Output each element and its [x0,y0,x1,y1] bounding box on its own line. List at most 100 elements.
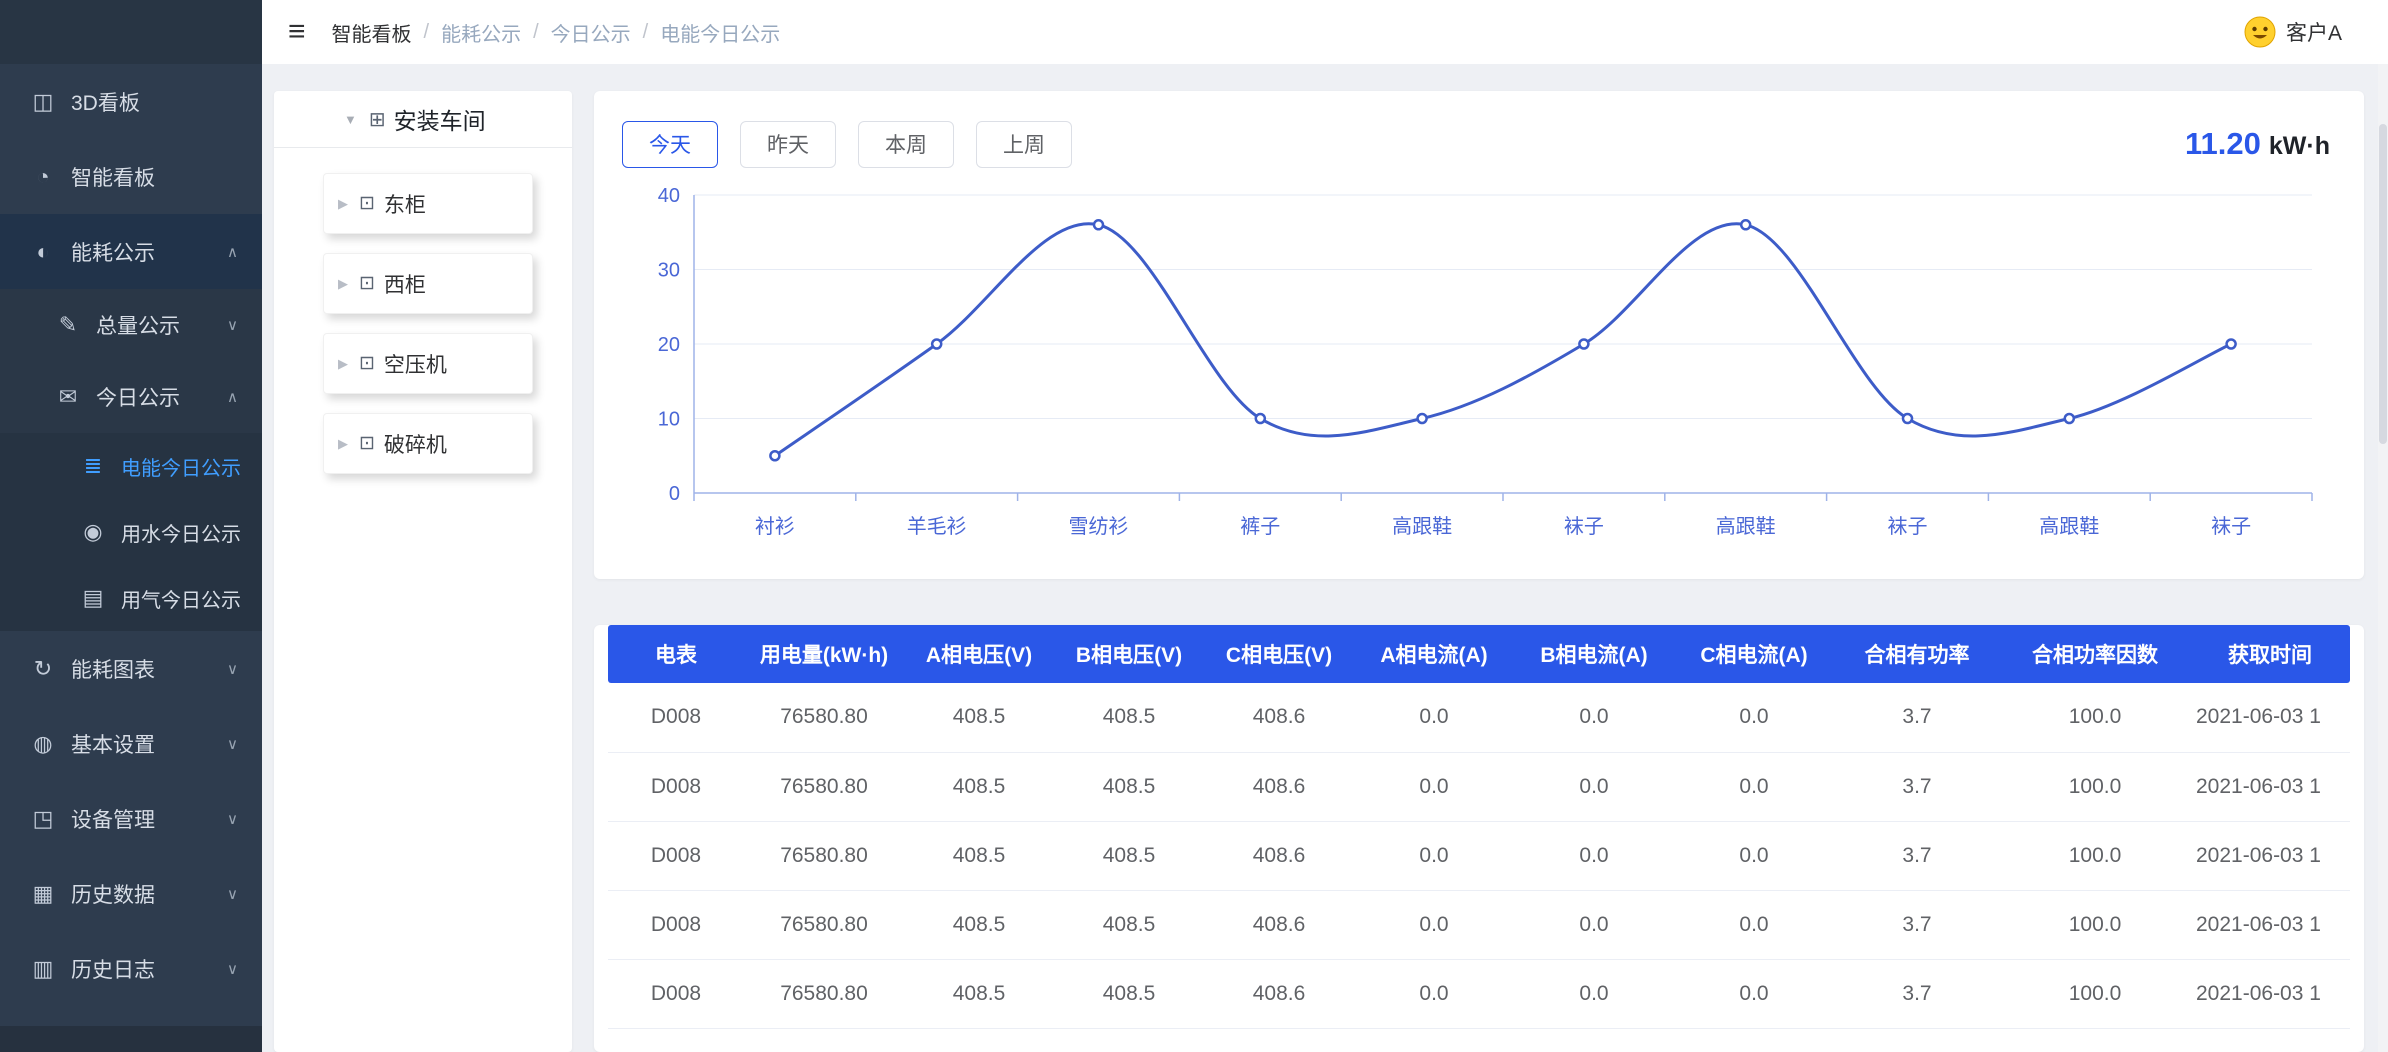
tree-node-air-compressor[interactable]: ▶ ⊡ 空压机 [323,333,533,394]
sidebar-item-energy-publicity[interactable]: ◐ 能耗公示 ∧ [0,214,262,289]
tree-root-node[interactable]: ▼ ⊞ 安装车间 [274,91,572,148]
table-cell: 2021-06-03 1 [2190,1028,2350,1052]
tree-node-west-cabinet[interactable]: ▶ ⊡ 西柜 [323,253,533,314]
table-cell: 408.5 [904,821,1054,890]
table-cell: 76580.80 [744,959,904,1028]
table-cell: 0.0 [1514,683,1674,752]
sidebar-item-smart-board[interactable]: ◔ 智能看板 [0,139,262,214]
table-cell: 408.5 [904,1028,1054,1052]
sidebar-item-label: 设备管理 [71,804,155,834]
table-cell: 0.0 [1354,890,1514,959]
chevron-down-icon: ∨ [227,660,238,678]
card-icon: ▤ [80,585,106,611]
total-value: 11.20 [2185,126,2261,162]
sidebar-footer [0,1026,262,1052]
table-cell: 3.7 [1834,752,2000,821]
svg-text:20: 20 [658,334,680,356]
sidebar-item-label: 智能看板 [71,162,155,192]
table-cell: 408.5 [1054,821,1204,890]
column-header: A相电流(A) [1354,625,1514,683]
sidebar-item-history-data[interactable]: ▦ 历史数据 ∨ [0,856,262,931]
table-cell: 0.0 [1674,683,1834,752]
table-cell: 0.0 [1674,959,1834,1028]
sidebar-logo-area [0,0,262,64]
settings-icon: ◍ [30,731,56,757]
total-unit: kW·h [2269,132,2330,161]
tree-root-label: 安装车间 [394,102,486,136]
table-cell: 76580.80 [744,683,904,752]
svg-text:雪纺衫: 雪纺衫 [1069,515,1129,538]
table-cell: 76580.80 [744,752,904,821]
sidebar-item-device-management[interactable]: ◳ 设备管理 ∨ [0,781,262,856]
tree-node-east-cabinet[interactable]: ▶ ⊡ 东柜 [323,173,533,234]
svg-text:羊毛衫: 羊毛衫 [907,515,967,538]
table-cell: 408.5 [1054,1028,1204,1052]
edit-icon: ✎ [55,312,81,338]
table-cell: 408.6 [1204,752,1354,821]
sidebar-item-label: 能耗图表 [71,654,155,684]
table-row: D00876580.80408.5408.5408.60.00.00.03.71… [608,890,2350,959]
user-menu[interactable]: 客户A [2244,16,2342,48]
collapse-menu-icon[interactable]: ≡ [288,17,306,47]
table-cell: 100.0 [2000,821,2190,890]
table-cell: 100.0 [2000,683,2190,752]
refresh-icon: ↻ [30,656,56,682]
sidebar-item-3d-board[interactable]: ◫ 3D看板 [0,64,262,139]
tab-today[interactable]: 今天 [622,121,718,168]
tab-this-week[interactable]: 本周 [858,121,954,168]
breadcrumb-item[interactable]: 智能看板 [332,18,412,47]
chevron-up-icon: ∧ [227,388,238,406]
table-cell: 408.5 [904,752,1054,821]
sidebar-item-label: 今日公示 [96,382,180,412]
column-header: 合相功率因数 [2000,625,2190,683]
chevron-down-icon: ∨ [227,885,238,903]
sidebar-item-today-publicity[interactable]: ✉ 今日公示 ∧ [0,361,262,433]
table-cell: D008 [608,683,744,752]
sidebar-item-water-today[interactable]: ◉ 用水今日公示 [0,499,262,565]
tree-node-label: 破碎机 [384,429,447,459]
svg-text:衬衫: 衬衫 [755,515,795,538]
window-scrollbar[interactable] [2378,64,2388,1052]
tree-node-label: 空压机 [384,349,447,379]
tab-last-week[interactable]: 上周 [976,121,1072,168]
table-cell: 408.5 [904,890,1054,959]
sidebar-item-electric-today[interactable]: ≣ 电能今日公示 [0,433,262,499]
table-cell: 408.6 [1204,1028,1354,1052]
cabinet-icon: ⊡ [359,272,375,295]
sidebar-item-energy-charts[interactable]: ↻ 能耗图表 ∨ [0,631,262,706]
table-cell: D008 [608,821,744,890]
breadcrumb-item[interactable]: 能耗公示 [441,18,521,47]
table-row: D00876580.80408.5408.5408.60.00.00.03.71… [608,752,2350,821]
table-cell: 100.0 [2000,890,2190,959]
sidebar-item-label: 总量公示 [96,310,180,340]
sidebar-item-total-publicity[interactable]: ✎ 总量公示 ∨ [0,289,262,361]
sidebar-item-basic-settings[interactable]: ◍ 基本设置 ∨ [0,706,262,781]
svg-text:10: 10 [658,409,680,431]
sidebar-item-label: 电能今日公示 [121,452,241,481]
scrollbar-thumb[interactable] [2379,124,2387,444]
table-cell: 100.0 [2000,959,2190,1028]
tree-node-crusher[interactable]: ▶ ⊡ 破碎机 [323,413,533,474]
table-cell: 408.6 [1204,683,1354,752]
chevron-down-icon: ∨ [227,810,238,828]
svg-text:裤子: 裤子 [1240,515,1280,538]
mail-icon: ✉ [55,384,81,410]
table-cell: 0.0 [1514,821,1674,890]
sidebar-item-gas-today[interactable]: ▤ 用气今日公示 [0,565,262,631]
line-chart: 010203040衬衫羊毛衫雪纺衫裤子高跟鞋袜子高跟鞋袜子高跟鞋袜子 [622,179,2336,559]
top-bar: ≡ 智能看板 / 能耗公示 / 今日公示 / 电能今日公示 客户A [262,0,2388,64]
table-cell: 0.0 [1514,1028,1674,1052]
column-header: A相电压(V) [904,625,1054,683]
column-header: 获取时间 [2190,625,2350,683]
cabinet-icon: ⊡ [359,352,375,375]
sidebar-item-label: 历史数据 [71,879,155,909]
tab-yesterday[interactable]: 昨天 [740,121,836,168]
table-cell: 0.0 [1354,821,1514,890]
log-icon: ▥ [30,956,56,982]
breadcrumb-item[interactable]: 今日公示 [551,18,631,47]
svg-text:袜子: 袜子 [1888,515,1928,538]
sidebar-item-history-logs[interactable]: ▥ 历史日志 ∨ [0,931,262,1006]
sidebar-menu: ◫ 3D看板 ◔ 智能看板 ◐ 能耗公示 ∧ ✎ 总量公示 ∨ ✉ [0,64,262,1006]
cabinet-icon: ⊡ [359,432,375,455]
calendar-icon: ▦ [30,881,56,907]
